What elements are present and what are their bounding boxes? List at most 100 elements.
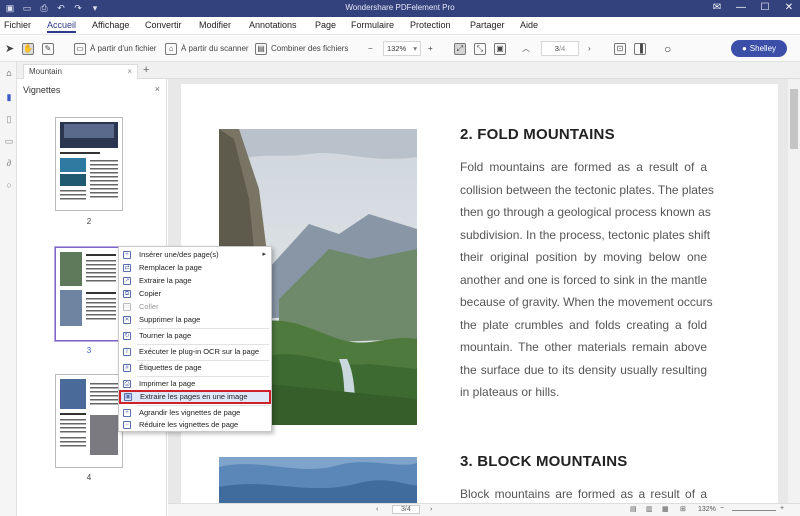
maximize-button[interactable]: ☐ [758,1,772,15]
rotate-icon: ↻ [123,332,131,340]
search-panel-icon[interactable]: ○ [4,180,14,190]
zoom-select[interactable]: 132% ▾ [383,41,421,56]
zoom-in-button[interactable]: + [428,41,433,56]
menu-bar: Fichier Accueil Affichage Convertir Modi… [0,17,800,35]
search-button[interactable]: ○ [664,41,671,56]
page-number-input[interactable]: 3/4 [541,41,579,56]
heading-block-mountains: 3. BLOCK MOUNTAINS [460,453,628,470]
extract-page-icon: ↗ [123,277,131,285]
ctx-insert-pages[interactable]: + Insérer une/des page(s) ▸ [119,249,271,261]
zoom-in-small-icon[interactable]: + [780,505,784,512]
tab-mountain[interactable]: Mountain × [23,64,138,79]
zoom-value: 132% [387,44,407,53]
scroll-view-icon[interactable]: ▦ [662,505,669,513]
menu-protection[interactable]: Protection [410,20,451,30]
panel-title: Vignettes [23,85,61,95]
minus-icon: − [368,44,373,53]
next-page-button[interactable]: › [588,41,591,56]
paragraph-line: Fold mountains are formed as a result of… [460,160,707,174]
close-button[interactable]: ✕ [782,1,796,15]
hand-tool[interactable]: ✋ [22,41,38,56]
menu-convertir[interactable]: Convertir [145,20,182,30]
menu-annotations[interactable]: Annotations [249,20,297,30]
minimize-button[interactable]: — [734,1,748,15]
ctx-extract-as-image[interactable]: ▣ Extraire les pages en une image [119,390,271,404]
ctx-replace-page[interactable]: ⇄ Remplacer la page [119,262,271,274]
fit-width-icon: ⤡ [474,42,486,55]
paste-icon: ▭ [123,303,131,311]
paragraph-line: because of gravity. When the movement oc… [460,295,713,309]
bookmark-icon[interactable]: ▯ [4,114,14,124]
zoom-slider[interactable] [732,510,776,511]
panel-close-icon[interactable]: × [155,84,160,94]
ctx-paste[interactable]: ▭ Coller [119,301,271,313]
menu-modifier[interactable]: Modifier [199,20,231,30]
menu-page[interactable]: Page [315,20,336,30]
single-page-button[interactable]: ▐ [634,41,650,56]
zoom-out-button[interactable]: − [368,41,373,56]
add-tab-button[interactable]: + [143,64,149,76]
window-controls: ✉ — ☐ ✕ [710,1,796,15]
ctx-extract-page[interactable]: ↗ Extraire la page [119,275,271,287]
menu-partager[interactable]: Partager [470,20,505,30]
fold-mountains-paragraph: Fold mountains are formed as a result of… [460,156,714,404]
menu-accueil[interactable]: Accueil [47,20,77,33]
attachment-icon[interactable]: ∂ [4,158,14,168]
ctx-label: Extraire la page [139,276,192,285]
ctx-print-page[interactable]: ⎙ Imprimer la page [119,378,271,390]
scrollbar-thumb[interactable] [790,89,798,149]
ctx-ocr[interactable]: T Exécuter le plug-in OCR sur la page [119,346,271,358]
menu-fichier[interactable]: Fichier [4,20,31,30]
next-page-icon[interactable]: › [430,506,432,513]
ctx-enlarge-thumbnails[interactable]: + Agrandir les vignettes de page [119,407,271,419]
ctx-page-labels[interactable]: # Étiquettes de page [119,362,271,374]
actual-size-icon: ▣ [494,42,506,55]
close-tab-icon[interactable]: × [127,67,132,76]
edit-tool[interactable]: ✎ [42,41,58,56]
two-page-view-icon[interactable]: ▥ [646,505,653,513]
ctx-delete-page[interactable]: ✕ Supprimer la page [119,314,271,326]
user-button[interactable]: ● Shelley [731,40,787,57]
plus-icon: + [428,44,433,53]
single-page-view-icon[interactable]: ▤ [630,505,637,513]
status-bar: ‹ 3/4 › ▤ ▥ ▦ ⊞ 132% − + [168,503,800,516]
ctx-copy[interactable]: ⧉ Copier [119,288,271,300]
actual-size-button[interactable]: ▣ [494,41,510,56]
screenshot-button[interactable]: ⊡ [614,41,630,56]
select-tool[interactable]: ➤ [5,41,14,56]
comment-icon[interactable]: ▭ [4,136,14,146]
left-sidebar: ⌂ ▮ ▯ ▭ ∂ ○ [0,62,17,516]
mail-icon[interactable]: ✉ [710,1,724,15]
page-thumbnail-2[interactable] [55,117,123,211]
combine-button[interactable]: ▤ Combiner des fichiers [255,41,348,56]
fit-page-button[interactable]: ⤢ [454,41,470,56]
scanner-icon: ⌂ [165,42,177,55]
document-tabs: Mountain × + [17,62,800,79]
from-file-button[interactable]: ▭ À partir d'un fichier [74,41,156,56]
page-thumbnail-4[interactable] [55,374,123,468]
menu-aide[interactable]: Aide [520,20,538,30]
menu-divider [137,405,269,406]
image-icon: ▣ [124,393,132,401]
menu-formulaire[interactable]: Formulaire [351,20,394,30]
thumbnail-number-2: 2 [86,217,92,226]
page-thumbnail-3[interactable] [54,246,124,342]
menu-affichage[interactable]: Affichage [92,20,129,30]
ctx-label: Extraire les pages en une image [140,392,248,401]
ctx-reduce-thumbnails[interactable]: − Réduire les vignettes de page [119,419,271,431]
from-scanner-button[interactable]: ⌂ À partir du scanner [165,41,249,56]
title-bar: ▣ ▭ ⎙ ↶ ↷ ▾ Wondershare PDFelement Pro ✉… [0,0,800,17]
fit-icon[interactable]: ⊞ [680,505,686,513]
combine-icon: ▤ [255,42,267,55]
context-menu: + Insérer une/des page(s) ▸ ⇄ Remplacer la … [118,246,272,432]
ctx-rotate-page[interactable]: ↻ Tourner la page [119,330,271,342]
document-scrollbar[interactable] [788,79,800,516]
fit-width-button[interactable]: ⤡ [474,41,490,56]
home-icon[interactable]: ⌂ [4,68,14,78]
prev-page-icon[interactable]: ‹ [376,506,378,513]
first-page-button[interactable]: ︿ [522,41,530,56]
app-title: Wondershare PDFelement Pro [345,3,455,12]
thumbnails-icon[interactable]: ▮ [4,92,14,102]
status-page[interactable]: 3/4 [392,505,420,514]
zoom-out-small-icon[interactable]: − [720,505,724,512]
